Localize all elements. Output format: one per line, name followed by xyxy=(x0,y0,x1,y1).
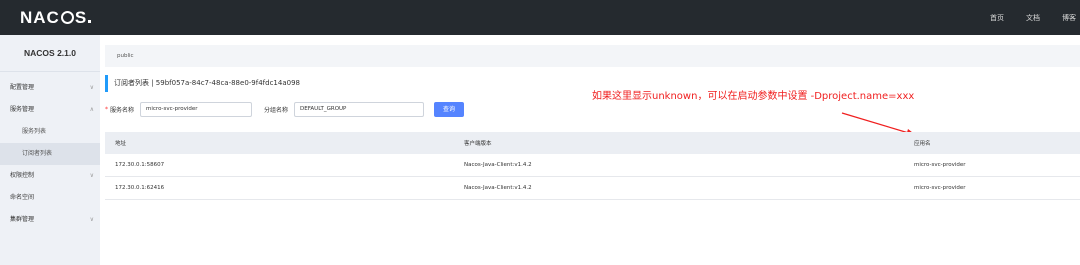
cell-address: 172.30.0.1:62416 xyxy=(115,185,165,191)
table-row: 172.30.0.1:58607 Nacos-Java-Client:v1.4.… xyxy=(105,154,1080,177)
nav-blog-link[interactable]: 博客 xyxy=(1062,13,1076,23)
cell-address: 172.30.0.1:58607 xyxy=(115,162,165,168)
main-content: public 订阅者列表 | 59bf057a-84c7-48ca-88e0-9… xyxy=(100,35,1080,265)
sidebar-item-label: 配置管理 xyxy=(10,84,35,91)
query-button[interactable]: 查询 xyxy=(434,101,465,117)
sidebar-item-service-management[interactable]: 服务管理 ∧ xyxy=(0,99,100,121)
table-header-row: 地址 客户端版本 应用名 xyxy=(105,132,1080,154)
service-name-label: 服务名称 xyxy=(110,106,135,114)
sidebar-item-label: 集群管理 xyxy=(10,216,35,223)
service-name-input[interactable]: micro-svc-provider xyxy=(140,101,253,117)
annotation-text: 如果这里显示unknown，可以在启动参数中设置 -Dproject.name=… xyxy=(592,91,915,102)
subscriber-table: 地址 客户端版本 应用名 172.30.0.1:58607 Nacos-Java… xyxy=(105,132,1080,200)
cell-app-name: micro-svc-provider xyxy=(914,162,966,168)
sidebar-item-service-list[interactable]: 服务列表 xyxy=(0,121,100,143)
chevron-down-icon: ∨ xyxy=(89,84,94,91)
sidebar-item-namespace[interactable]: 命名空间 xyxy=(0,187,100,209)
namespace-tab-public[interactable]: public xyxy=(117,53,134,59)
column-header-address: 地址 xyxy=(115,141,127,147)
sidebar-item-label: 命名空间 xyxy=(10,194,35,201)
sidebar-item-access-control[interactable]: 权限控制 ∨ xyxy=(0,165,100,187)
nav-home-link[interactable]: 首页 xyxy=(990,13,1004,23)
logo-dot-mark xyxy=(88,20,92,23)
top-nav: 首页 文档 博客 xyxy=(990,0,1080,35)
chevron-down-icon: ∨ xyxy=(89,172,94,179)
sidebar: NACOS 2.1.0 配置管理 ∨ 服务管理 ∧ 服务列表 订阅者列表 权限控… xyxy=(0,35,100,265)
group-name-label: 分组名称 xyxy=(264,106,289,114)
chevron-up-icon: ∧ xyxy=(89,106,94,113)
cell-client-version: Nacos-Java-Client:v1.4.2 xyxy=(464,185,532,191)
sidebar-item-subscriber-list[interactable]: 订阅者列表 xyxy=(0,143,100,165)
column-header-client-version: 客户端版本 xyxy=(464,141,492,147)
sidebar-item-label: 服务管理 xyxy=(10,106,35,113)
required-asterisk: * xyxy=(105,105,108,113)
column-header-app-name: 应用名 xyxy=(914,141,931,147)
chevron-down-icon: ∨ xyxy=(89,216,94,223)
cell-app-name: micro-svc-provider xyxy=(914,185,966,191)
table-row: 172.30.0.1:62416 Nacos-Java-Client:v1.4.… xyxy=(105,177,1080,200)
cell-client-version: Nacos-Java-Client:v1.4.2 xyxy=(464,162,532,168)
sidebar-item-label: 权限控制 xyxy=(10,172,35,179)
nacos-logo[interactable]: NAC S xyxy=(20,8,92,28)
group-name-input[interactable]: DEFAULT_GROUP xyxy=(294,101,425,117)
page-title: 订阅者列表 | 59bf057a-84c7-48ca-88e0-9f4fdc14… xyxy=(105,75,300,92)
top-navbar: NAC S 首页 文档 博客 xyxy=(0,0,1080,35)
sidebar-item-cluster-management[interactable]: 集群管理 ∨ xyxy=(0,209,100,231)
sidebar-item-config-management[interactable]: 配置管理 ∨ xyxy=(0,77,100,99)
sidebar-title: NACOS 2.1.0 xyxy=(0,35,100,72)
search-form: * 服务名称 micro-svc-provider 分组名称 DEFAULT_G… xyxy=(105,101,465,117)
nav-docs-link[interactable]: 文档 xyxy=(1026,13,1040,23)
logo-o-mark xyxy=(60,11,74,24)
namespace-bar: public xyxy=(105,45,1080,67)
